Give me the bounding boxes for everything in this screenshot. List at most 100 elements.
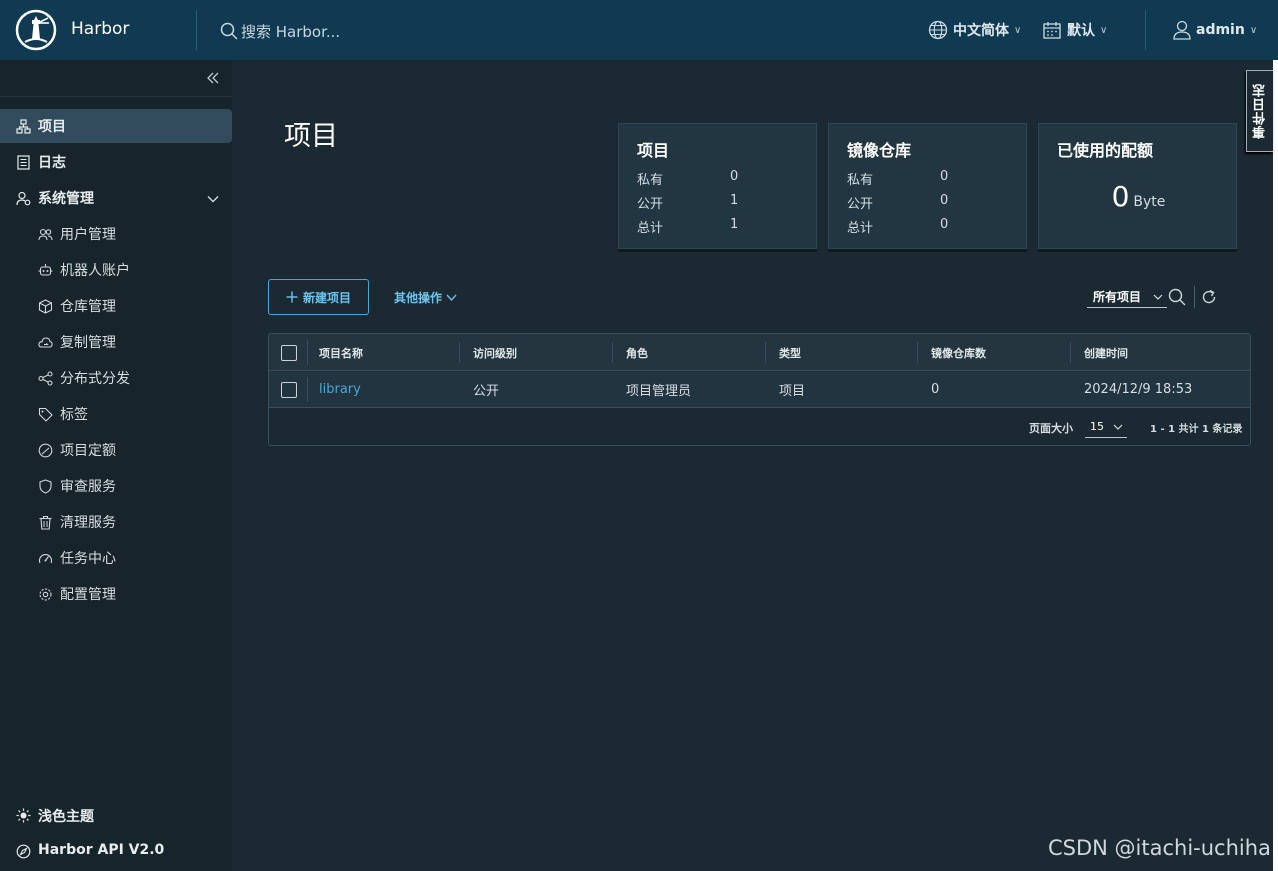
sidebar-item-distributions[interactable]: 分布式分发 bbox=[0, 361, 232, 395]
system-admin-icon bbox=[16, 191, 31, 206]
row-label: 私有 bbox=[847, 173, 874, 188]
column-divider bbox=[1070, 342, 1071, 363]
sidebar-item-label: 配置管理 bbox=[60, 587, 116, 603]
card-title: 镜像仓库 bbox=[847, 141, 912, 160]
sun-icon bbox=[16, 808, 31, 823]
sidebar-item-label: 仓库管理 bbox=[60, 299, 116, 315]
column-header-access[interactable]: 访问级别 bbox=[473, 334, 517, 371]
row-value: 1 bbox=[730, 217, 739, 232]
watermark: CSDN @itachi-uchiha bbox=[1048, 836, 1271, 860]
harbor-api-link[interactable]: Harbor API V2.0 bbox=[0, 836, 232, 866]
globe-icon bbox=[928, 20, 948, 40]
row-label: 总计 bbox=[637, 221, 664, 236]
user-menu[interactable]: admin ∨ bbox=[1173, 18, 1257, 42]
row-label: 私有 bbox=[637, 173, 664, 188]
event-log-tab[interactable]: 事件日志 bbox=[1246, 70, 1273, 152]
more-actions-label: 其他操作 bbox=[394, 290, 443, 305]
chevron-down-icon bbox=[1113, 422, 1123, 432]
project-filter-select[interactable]: 所有项目 bbox=[1087, 286, 1167, 308]
projects-table: 项目名称 访问级别 角色 类型 镜像仓库数 创建时间 library 公开 项目… bbox=[268, 333, 1251, 446]
sidebar-item-interrogation[interactable]: 审查服务 bbox=[0, 469, 232, 503]
language-selector[interactable]: 中文简体 ∨ bbox=[928, 18, 1021, 42]
sidebar-item-users[interactable]: 用户管理 bbox=[0, 217, 232, 251]
sidebar-item-label: 日志 bbox=[38, 155, 66, 171]
chevron-down-icon bbox=[446, 292, 457, 303]
row-value: 0 bbox=[940, 217, 949, 232]
new-project-button[interactable]: 新建项目 bbox=[268, 279, 369, 315]
row-label: 总计 bbox=[847, 221, 874, 236]
brand-name[interactable]: Harbor bbox=[71, 19, 129, 39]
sidebar-item-clean-up[interactable]: 清理服务 bbox=[0, 505, 232, 539]
column-divider bbox=[307, 340, 308, 365]
pagination-total: 1 - 1 共计 1 条记录 bbox=[1150, 424, 1243, 435]
harbor-logo-icon[interactable] bbox=[15, 9, 57, 51]
compass-icon bbox=[16, 844, 31, 859]
robot-icon bbox=[38, 263, 53, 278]
column-header-type[interactable]: 类型 bbox=[779, 334, 801, 371]
sidebar-divider bbox=[0, 96, 232, 97]
column-header-role[interactable]: 角色 bbox=[626, 334, 648, 371]
sidebar-item-label: 审查服务 bbox=[60, 479, 116, 495]
event-log-label: 事件日志 bbox=[1252, 83, 1268, 139]
sidebar-item-project-quotas[interactable]: 项目定额 bbox=[0, 433, 232, 467]
dashboard-icon bbox=[38, 551, 53, 566]
card-row: 私有 0 bbox=[847, 169, 1012, 188]
sidebar-item-configuration[interactable]: 配置管理 bbox=[0, 577, 232, 611]
header-divider bbox=[1145, 10, 1146, 50]
sidebar-item-robot-accounts[interactable]: 机器人账户 bbox=[0, 253, 232, 287]
quota-unit: Byte bbox=[1133, 194, 1166, 210]
sidebar-item-system-admin[interactable]: 系统管理 bbox=[0, 181, 232, 215]
sidebar-item-projects[interactable]: 项目 bbox=[0, 109, 232, 143]
sidebar-item-label: 标签 bbox=[60, 407, 88, 423]
gear-icon bbox=[38, 587, 53, 602]
projects-summary-card: 项目 私有 0 公开 1 总计 1 bbox=[618, 123, 817, 249]
global-search[interactable]: 搜索 Harbor... bbox=[220, 20, 340, 42]
page-size-select[interactable]: 15 bbox=[1085, 416, 1127, 438]
refresh-icon[interactable] bbox=[1200, 288, 1218, 306]
sidebar-item-label: 复制管理 bbox=[60, 335, 116, 351]
created-time-cell: 2024/12/9 18:53 bbox=[1084, 382, 1193, 397]
page-size-label: 页面大小 bbox=[1029, 422, 1073, 435]
column-divider bbox=[612, 342, 613, 363]
page-size-value: 15 bbox=[1090, 420, 1104, 433]
table-row: library 公开 项目管理员 项目 0 2024/12/9 18:53 bbox=[269, 371, 1250, 408]
page-title: 项目 bbox=[284, 121, 338, 152]
chevron-down-icon: ∨ bbox=[1014, 24, 1022, 36]
logs-icon bbox=[16, 155, 31, 170]
collapse-sidebar-icon[interactable] bbox=[205, 70, 221, 86]
language-label: 中文简体 bbox=[953, 23, 1009, 39]
theme-selector[interactable]: 默认 ∨ bbox=[1042, 18, 1107, 42]
sidebar-item-label: 任务中心 bbox=[60, 551, 116, 567]
column-header-name[interactable]: 项目名称 bbox=[319, 334, 363, 371]
chevron-down-icon bbox=[207, 193, 219, 205]
search-input[interactable]: 搜索 Harbor... bbox=[241, 21, 340, 42]
calendar-icon bbox=[1042, 20, 1062, 40]
project-name-link[interactable]: library bbox=[319, 371, 361, 408]
filter-value: 所有项目 bbox=[1093, 290, 1142, 304]
card-row: 总计 1 bbox=[637, 217, 802, 236]
sidebar: 项目 日志 系统管理 用户管理 机器人账户 仓库管理 复制管理 分布式分发 标签… bbox=[0, 60, 232, 871]
sidebar-item-registries[interactable]: 仓库管理 bbox=[0, 289, 232, 323]
sidebar-item-logs[interactable]: 日志 bbox=[0, 145, 232, 179]
row-value: 1 bbox=[730, 193, 739, 208]
column-divider bbox=[917, 342, 918, 363]
username: admin bbox=[1196, 22, 1245, 38]
chevron-down-icon: ∨ bbox=[1249, 24, 1258, 36]
quota-number: 0 bbox=[1111, 180, 1130, 213]
sidebar-item-labels[interactable]: 标签 bbox=[0, 397, 232, 431]
shield-icon bbox=[38, 479, 53, 494]
select-all-checkbox[interactable] bbox=[281, 345, 297, 361]
more-actions-button[interactable]: 其他操作 bbox=[394, 289, 457, 305]
search-icon[interactable] bbox=[1168, 288, 1186, 306]
card-row: 总计 0 bbox=[847, 217, 1012, 236]
column-header-created[interactable]: 创建时间 bbox=[1084, 334, 1128, 371]
row-value: 0 bbox=[940, 169, 949, 184]
sidebar-item-replications[interactable]: 复制管理 bbox=[0, 325, 232, 359]
sidebar-item-job-service[interactable]: 任务中心 bbox=[0, 541, 232, 575]
column-header-repo-count[interactable]: 镜像仓库数 bbox=[931, 334, 986, 371]
role-cell: 项目管理员 bbox=[626, 384, 692, 399]
row-checkbox[interactable] bbox=[281, 382, 297, 398]
cloud-sync-icon bbox=[38, 335, 53, 350]
table-footer: 页面大小 15 1 - 1 共计 1 条记录 bbox=[269, 408, 1250, 445]
light-theme-toggle[interactable]: 浅色主题 bbox=[0, 800, 232, 830]
